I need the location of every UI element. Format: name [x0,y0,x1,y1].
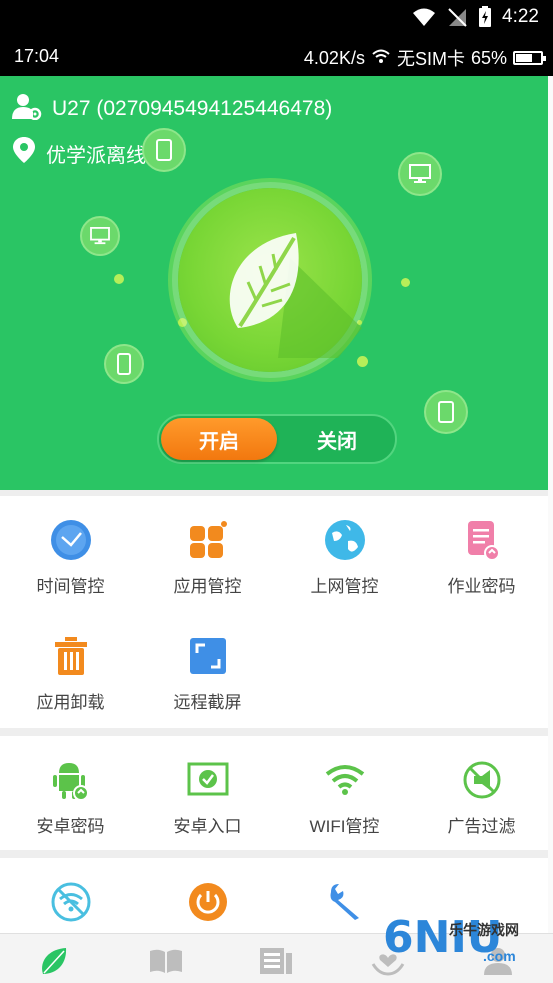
decor-dot [401,278,410,287]
scrollbar[interactable] [548,76,553,933]
wifi-icon [371,48,391,69]
android-password-label: 安卓密码 [36,817,105,836]
nav-news[interactable] [256,946,296,976]
site-watermark: 6NIU 乐牛游戏网 .com [383,908,533,968]
nav-library[interactable] [146,946,186,976]
trash-icon [49,634,93,678]
decor-dot [114,274,124,284]
monitor-bubble-icon [80,216,120,256]
device-time: 17:04 [14,46,60,66]
phone-bubble-icon [104,344,144,384]
app-uninstall-label: 应用卸载 [36,693,105,712]
app-control-item[interactable]: 应用管控 [139,518,276,597]
leaf-icon [42,948,67,974]
web-control-label: 上网管控 [310,577,379,596]
protection-status-button[interactable] [178,188,362,372]
nav-home[interactable] [34,946,74,976]
screenshot-icon [186,634,230,678]
monitor-bubble-icon [398,152,442,196]
device-info-row[interactable]: U27 (0270945494125446478) [12,92,332,126]
apps-icon [186,518,230,562]
book-icon [150,949,182,973]
location-label: 优学派离线 [46,144,146,167]
ad-filter-label: 广告过滤 [447,817,516,836]
tablet-bubble-icon [142,128,186,172]
location-pin-icon [12,136,36,170]
time-control-label: 时间管控 [36,577,105,596]
toggle-off-button[interactable]: 关闭 [279,418,395,460]
no-wifi-icon [49,880,93,924]
homework-password-label: 作业密码 [447,577,516,596]
android-lock-icon [49,758,93,802]
no-wifi-item[interactable] [2,880,139,924]
web-control-item[interactable]: 上网管控 [276,518,413,597]
ad-filter-item[interactable]: 广告过滤 [413,758,550,837]
battery-percent: 65% [470,47,507,68]
system-status-bar: 4:22 [0,0,553,36]
remote-screenshot-item[interactable]: 远程截屏 [139,634,276,713]
app-control-label: 应用管控 [173,577,242,596]
device-name: U27 (0270945494125446478) [52,97,333,120]
ad-block-icon [460,758,504,802]
toggle-on-button[interactable]: 开启 [161,418,277,460]
news-icon [260,948,292,974]
hero-panel: U27 (0270945494125446478) 优学派离线 开启 关闭 [0,76,553,490]
time-control-item[interactable]: 时间管控 [2,518,139,597]
device-status-bar: 17:04 4.02K/s 无SIM卡 65% [0,36,553,76]
no-signal-icon [446,7,468,27]
control-section-primary: 时间管控 应用管控 上网管控 作业密码 应用卸载 远程截屏 [0,496,548,728]
wifi-control-item[interactable]: WIFI管控 [276,758,413,837]
sim-status: 无SIM卡 [396,49,465,69]
location-row[interactable]: 优学派离线 [12,136,146,170]
remote-screenshot-label: 远程截屏 [173,693,242,712]
android-password-item[interactable]: 安卓密码 [2,758,139,837]
checkbox-screen-icon [186,758,230,802]
homework-password-item[interactable]: 作业密码 [413,518,550,597]
power-icon [186,880,230,924]
android-entry-item[interactable]: 安卓入口 [139,758,276,837]
document-icon [460,518,504,562]
network-speed: 4.02K/s [303,47,365,68]
tablet-bubble-icon [424,390,468,434]
power-item[interactable] [139,880,276,924]
protection-toggle[interactable]: 开启 关闭 [157,414,397,464]
battery-level-fill [516,54,532,62]
clock-icon [49,518,93,562]
wrench-icon [323,880,367,924]
watermark-domain: .com [483,948,516,964]
leaf-icon [229,233,362,358]
battery-charging-icon [478,6,492,28]
wifi-control-label: WIFI管控 [309,817,380,836]
wifi-signal-icon [412,7,436,27]
system-time: 4:22 [502,6,539,27]
control-section-secondary: 安卓密码 安卓入口 WIFI管控 广告过滤 [0,736,548,850]
globe-icon [323,518,367,562]
watermark-text: 乐牛游戏网 [449,922,519,938]
app-uninstall-item[interactable]: 应用卸载 [2,634,139,713]
user-settings-icon [12,92,42,126]
wifi-icon [323,758,367,802]
android-entry-label: 安卓入口 [173,817,242,836]
battery-icon [513,51,546,65]
